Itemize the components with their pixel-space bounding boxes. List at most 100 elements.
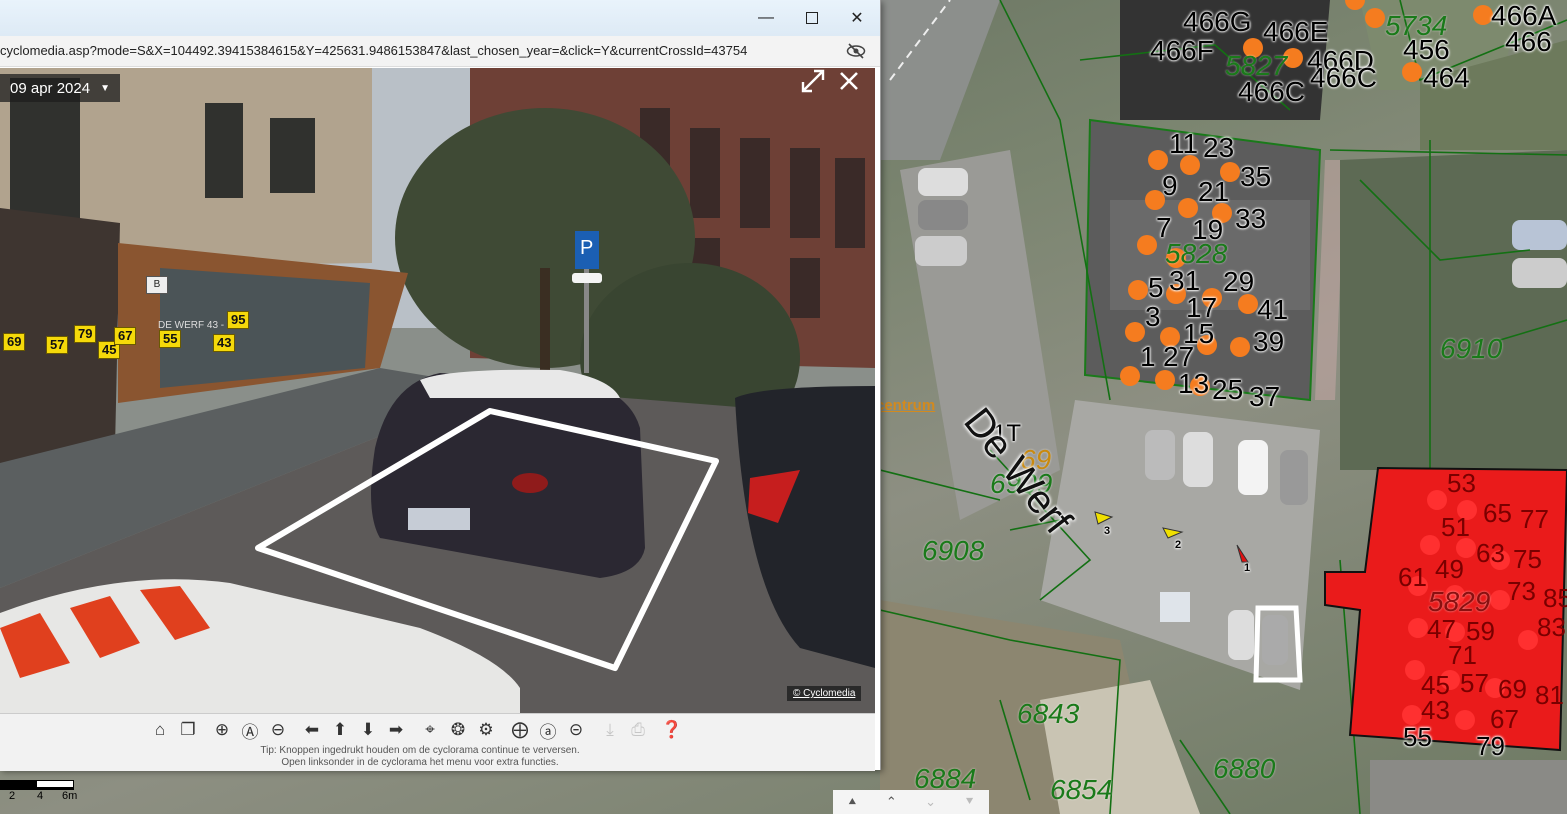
red-unit-label: 63 (1476, 538, 1505, 568)
address-label: 466F (1150, 35, 1214, 66)
overlay-add-icon[interactable]: ⨁ (508, 718, 532, 742)
unit-label: 29 (1223, 266, 1255, 297)
copyright-link[interactable]: © Cyclomedia (787, 686, 862, 701)
address-label: 466 (1505, 26, 1552, 57)
help-icon[interactable]: ❓ (660, 718, 684, 742)
unit-label: 41 (1257, 294, 1289, 325)
close-icon: ✕ (850, 10, 864, 27)
panorama-image: P (0, 68, 875, 713)
date-selector[interactable]: 09 apr 2024 ▼ (0, 74, 120, 102)
red-unit-label: 49 (1435, 554, 1464, 584)
chevron-up-icon[interactable]: ⌃ (886, 794, 897, 810)
maximize-icon (806, 12, 818, 24)
close-panorama-icon[interactable] (836, 68, 862, 94)
unit-label: 11 (1169, 128, 1199, 159)
poi-link[interactable]: centrum (876, 397, 935, 414)
red-unit-label: 79 (1476, 731, 1505, 761)
double-chevron-up-icon[interactable]: ⯅ (847, 794, 857, 810)
red-unit-label: 77 (1520, 504, 1549, 534)
arrow-left-icon[interactable]: ⬅ (300, 718, 324, 742)
red-unit-label: 47 (1427, 614, 1456, 644)
zoom-out-icon[interactable]: ⊖ (266, 718, 290, 742)
unit-label: 13 (1178, 368, 1210, 399)
chevron-down-icon[interactable]: ⌄ (925, 794, 936, 810)
cyclorama-window: — ✕ cyclomedia.asp?mode=S&X=104492.39415… (0, 0, 881, 771)
copy-icon[interactable]: ❐ (176, 718, 200, 742)
unit-label: 25 (1212, 374, 1244, 405)
unit-label: 27 (1163, 341, 1195, 372)
unit-label: 35 (1240, 161, 1272, 192)
parcel-number: 6884 (914, 763, 977, 794)
building-sign: B (146, 276, 168, 294)
overlay-auto-icon[interactable]: ⓐ (536, 718, 560, 742)
close-button[interactable]: ✕ (834, 0, 880, 36)
address-label: 466C (1310, 62, 1377, 93)
zoom-reset-icon[interactable]: Ⓐ (238, 718, 262, 742)
red-unit-label: 71 (1448, 640, 1477, 670)
unit-label: 33 (1235, 203, 1267, 234)
house-number-marker[interactable]: 55 (159, 330, 182, 348)
panorama-view[interactable]: P B DE WERF 43 - 89 69 57 79 45 67 55 95… (0, 68, 875, 713)
address-label: 466E (1263, 16, 1329, 47)
tip-text: Tip: Knoppen ingedrukt houden om de cycl… (260, 745, 580, 768)
print-icon[interactable]: ⎙ (626, 718, 650, 742)
parcel-number: 6908 (922, 535, 985, 566)
house-number-marker[interactable]: 57 (46, 336, 69, 354)
unit-label: 23 (1203, 132, 1235, 163)
date-value: 09 apr 2024 (10, 79, 91, 97)
zoom-in-icon[interactable]: ⊕ (210, 718, 234, 742)
red-unit-label: 53 (1447, 468, 1476, 498)
house-number-marker[interactable]: 69 (3, 333, 26, 351)
parcel-number: 6910 (1440, 333, 1503, 364)
red-unit-label: 85 (1543, 583, 1567, 613)
parcel-number: 6843 (1017, 698, 1080, 729)
unit-label: 7 (1156, 212, 1172, 243)
unit-label: 9 (1162, 170, 1178, 201)
parcel-number: 5734 (1385, 10, 1448, 41)
title-bar[interactable]: — ✕ (0, 0, 880, 36)
minimize-icon: — (758, 9, 774, 26)
locate-icon[interactable]: ⌖ (418, 718, 442, 742)
address-label: 464 (1423, 62, 1470, 93)
overlay-remove-icon[interactable]: ⊝ (564, 718, 588, 742)
svg-text:P: P (580, 237, 593, 259)
unit-label: 1 (1140, 341, 1156, 372)
address-bar[interactable]: cyclomedia.asp?mode=S&X=104492.394153846… (0, 36, 880, 67)
minimize-button[interactable]: — (743, 0, 789, 36)
red-unit-label: 65 (1483, 498, 1512, 528)
parcel-number: 6854 (1050, 774, 1113, 805)
red-unit-label: 73 (1507, 576, 1536, 606)
arrow-up-icon[interactable]: ⬆ (328, 718, 352, 742)
unit-label: 31 (1169, 265, 1201, 296)
unit-label: 39 (1253, 326, 1285, 357)
parcel-number: 5829 (1428, 586, 1491, 617)
maximize-button[interactable] (789, 0, 835, 36)
unit-label: 3 (1145, 301, 1161, 332)
red-unit-label: 67 (1490, 704, 1519, 734)
house-number-marker[interactable]: 67 (114, 327, 137, 345)
red-unit-label: 75 (1513, 544, 1542, 574)
address-label: 466C (1238, 76, 1305, 107)
locate-off-icon[interactable]: ⚙ (474, 718, 498, 742)
address-label: 466G (1183, 6, 1252, 37)
arrow-down-icon[interactable]: ⬇ (356, 718, 380, 742)
panel-controls: ⯅ ⌃ ⌄ ⯆ (833, 790, 989, 814)
recording-marker[interactable]: 3 (1104, 526, 1110, 537)
double-chevron-down-icon[interactable]: ⯆ (964, 794, 974, 810)
recording-marker[interactable]: 2 (1175, 540, 1181, 551)
house-number-marker[interactable]: 95 (227, 311, 250, 329)
tracking-prevention-icon[interactable] (846, 42, 866, 60)
cyclorama-toolbar: ⌂ ❐ ⊕ Ⓐ ⊖ ⬅ ⬆ ⬇ ➡ ⌖ ❂ ⚙ ⨁ ⓐ ⊝ ⤓ ⎙ ❓ Tip:… (0, 713, 875, 771)
measure-icon[interactable]: ⤓ (598, 718, 622, 742)
home-icon[interactable]: ⌂ (148, 718, 172, 742)
url-text[interactable]: cyclomedia.asp?mode=S&X=104492.394153846… (0, 43, 747, 58)
house-number-marker[interactable]: 43 (213, 334, 236, 352)
red-unit-label: 69 (1498, 674, 1527, 704)
locate-auto-icon[interactable]: ❂ (446, 718, 470, 742)
arrow-right-icon[interactable]: ➡ (384, 718, 408, 742)
recording-marker-current[interactable]: 1 (1244, 563, 1250, 574)
parcel-number: 6880 (1213, 753, 1276, 784)
house-number-marker[interactable]: 79 (74, 325, 97, 343)
fullscreen-icon[interactable] (800, 68, 826, 94)
red-unit-label: 81 (1535, 680, 1564, 710)
